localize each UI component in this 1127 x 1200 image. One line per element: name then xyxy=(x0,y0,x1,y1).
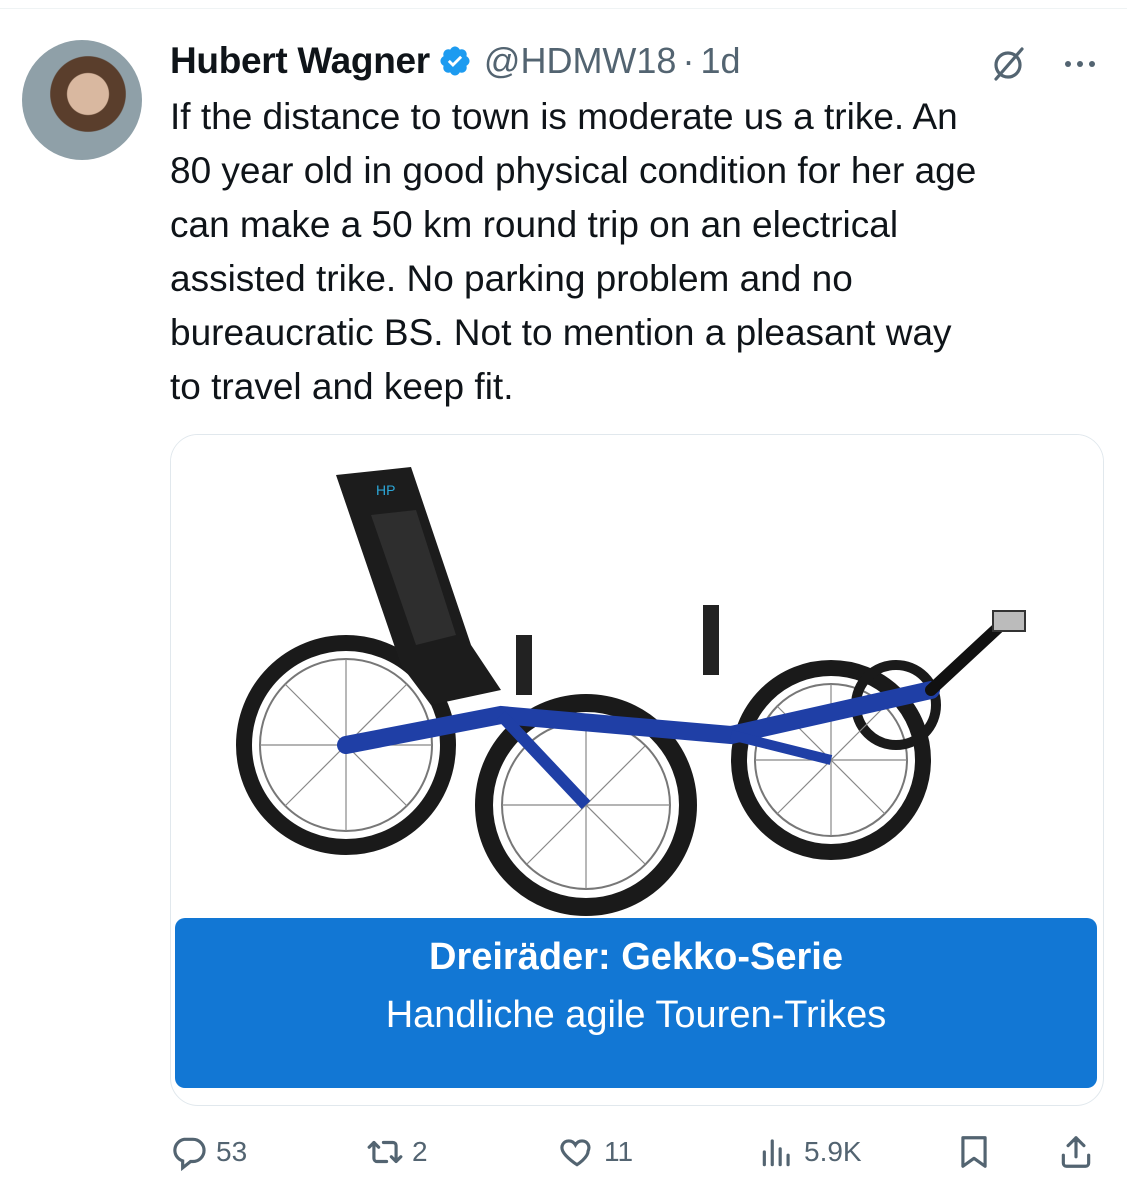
reply-button[interactable]: 53 xyxy=(170,1130,247,1174)
link-card[interactable]: HP Dreiräder: Gekko-Serie Handliche agil… xyxy=(170,434,1104,1106)
like-count: 11 xyxy=(604,1136,634,1167)
like-icon xyxy=(560,1139,591,1167)
card-banner: Dreiräder: Gekko-Serie Handliche agile T… xyxy=(175,918,1097,1088)
tweet-text: If the distance to town is moderate us a… xyxy=(170,96,977,407)
retweet-count: 2 xyxy=(412,1136,428,1167)
views-icon xyxy=(762,1139,790,1167)
author-name[interactable]: Hubert Wagner xyxy=(170,40,430,82)
share-icon xyxy=(1061,1136,1091,1168)
card-title: Dreiräder: Gekko-Serie xyxy=(429,936,843,978)
retweet-icon xyxy=(367,1140,403,1164)
svg-text:HP: HP xyxy=(376,482,395,498)
like-button[interactable]: 11 xyxy=(558,1130,633,1174)
grok-icon[interactable] xyxy=(986,42,1030,86)
author-handle[interactable]: @HDMW18 xyxy=(484,40,677,82)
card-subtitle: Handliche agile Touren-Trikes xyxy=(385,994,887,1036)
reply-icon xyxy=(173,1137,206,1171)
more-icon[interactable] xyxy=(1058,42,1102,86)
share-button[interactable] xyxy=(1057,1130,1095,1174)
retweet-button[interactable]: 2 xyxy=(366,1130,428,1174)
trike-image: HP xyxy=(171,435,1103,925)
bookmark-icon xyxy=(961,1136,987,1168)
views-button[interactable]: 5.9K xyxy=(758,1130,862,1174)
separator-dot: · xyxy=(682,40,695,81)
top-divider xyxy=(0,8,1127,9)
timestamp[interactable]: 1d xyxy=(700,40,740,82)
bookmark-button[interactable] xyxy=(955,1130,993,1174)
views-count: 5.9K xyxy=(804,1136,862,1167)
avatar[interactable] xyxy=(22,40,142,160)
verified-badge-icon xyxy=(440,46,470,76)
tweet-header: Hubert Wagner @HDMW18 · 1d xyxy=(170,36,741,86)
reply-count: 53 xyxy=(216,1136,248,1167)
